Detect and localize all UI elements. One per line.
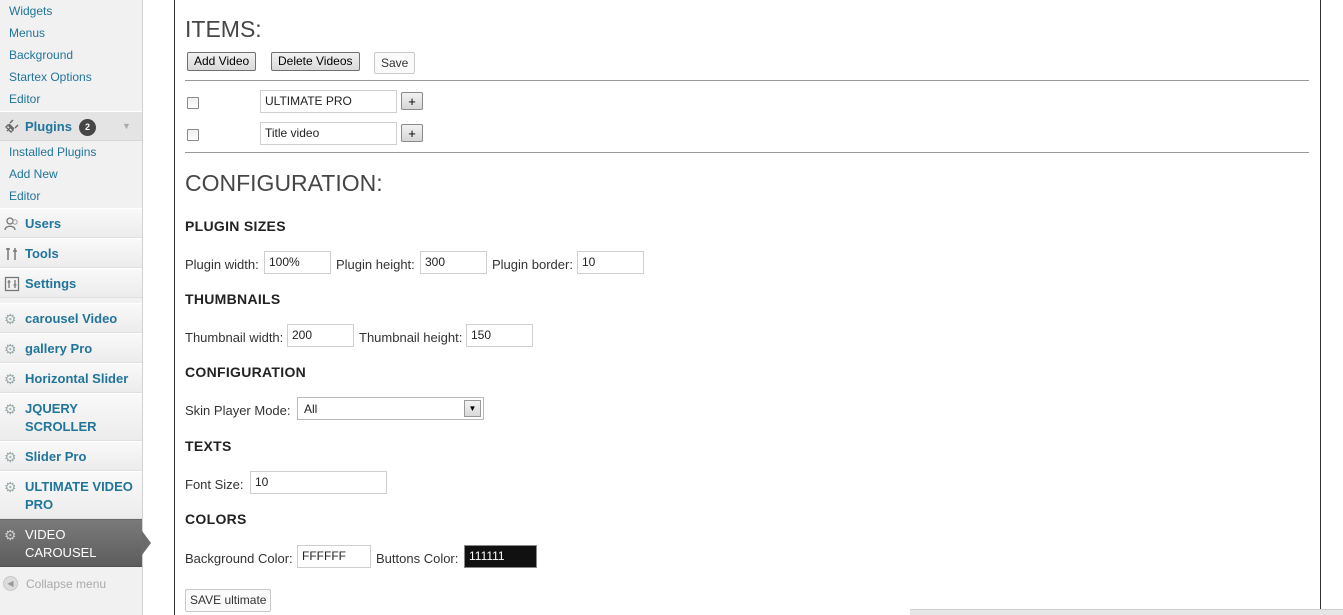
thumbnail-height-field[interactable]: 150 [466, 324, 533, 347]
menu-carousel-video[interactable]: ⚙ carousel Video [0, 303, 142, 333]
chevron-down-icon[interactable]: ▼ [464, 400, 481, 417]
items-divider-top [185, 80, 1309, 81]
plugin-height-label: Plugin height: [336, 257, 415, 272]
menu-users[interactable]: Users [0, 208, 142, 238]
menu-jquery-scroller[interactable]: ⚙ JQUERY SCROLLER [0, 393, 142, 441]
background-color-label: Background Color: [185, 551, 293, 566]
plugin-height-field[interactable]: 300 [420, 251, 487, 274]
submenu-menus[interactable]: Menus [9, 26, 45, 40]
item-title-field[interactable]: Title video [260, 122, 397, 145]
gear-icon: ⚙ [4, 479, 17, 495]
plugin-sizes-heading: PLUGIN SIZES [185, 218, 286, 234]
menu-settings[interactable]: Settings [0, 268, 142, 298]
menu-slider-pro[interactable]: ⚙ Slider Pro [0, 441, 142, 471]
configuration-subheading: CONFIGURATION [185, 364, 307, 380]
item-checkbox[interactable] [187, 97, 199, 109]
menu-tools[interactable]: Tools [0, 238, 142, 268]
gear-icon: ⚙ [4, 401, 17, 417]
menu-gallery-pro-label: gallery Pro [25, 341, 93, 356]
font-size-label: Font Size: [185, 477, 244, 492]
skin-player-mode-select[interactable]: All ▼ [297, 397, 484, 420]
item-title-field[interactable]: ULTIMATE PRO [260, 90, 397, 113]
buttons-color-field[interactable]: 111111 [464, 545, 537, 568]
texts-heading: TEXTS [185, 438, 232, 454]
font-size-field[interactable]: 10 [250, 471, 387, 494]
menu-plugins-label: Plugins [25, 119, 72, 134]
menu-plugins[interactable]: Plugins 2 ▼ [0, 111, 142, 141]
submenu-installed-plugins[interactable]: Installed Plugins [9, 145, 96, 159]
menu-jquery-scroller-label-line2: SCROLLER [25, 419, 97, 434]
settings-icon [4, 276, 20, 292]
collapse-menu-label[interactable]: Collapse menu [26, 577, 106, 591]
menu-horizontal-slider-label: Horizontal Slider [25, 371, 129, 386]
plugin-settings-panel: ITEMS: Add Video Delete Videos Save ULTI… [174, 0, 1321, 615]
gear-icon: ⚙ [4, 341, 17, 357]
plugin-border-field[interactable]: 10 [577, 251, 644, 274]
collapse-arrow-icon[interactable]: ◀ [3, 576, 18, 591]
menu-ultimate-video-pro-label-line2: PRO [25, 497, 54, 512]
buttons-color-label: Buttons Color: [376, 551, 459, 566]
plug-icon [5, 119, 19, 133]
menu-video-carousel[interactable]: ⚙ VIDEO CAROUSEL [0, 519, 151, 567]
thumbnail-height-label: Thumbnail height: [359, 330, 463, 345]
menu-settings-label: Settings [25, 276, 77, 291]
background-color-field[interactable]: FFFFFF [297, 545, 371, 568]
plugin-update-count-badge: 2 [79, 119, 96, 136]
menu-carousel-video-label: carousel Video [25, 311, 118, 326]
menu-slider-pro-label: Slider Pro [25, 449, 87, 464]
admin-sidebar: Widgets Menus Background Startex Options… [0, 0, 151, 615]
colors-heading: COLORS [185, 511, 247, 527]
submenu-plugin-editor[interactable]: Editor [9, 189, 40, 203]
configuration-heading: CONFIGURATION: [185, 170, 383, 196]
expand-item-button[interactable]: + [401, 92, 423, 110]
thumbnail-width-field[interactable]: 200 [287, 324, 354, 347]
gear-icon: ⚙ [4, 449, 17, 465]
menu-video-carousel-label-line1: VIDEO [25, 527, 66, 542]
menu-ultimate-video-pro[interactable]: ⚙ ULTIMATE VIDEO PRO [0, 471, 142, 519]
tools-icon [6, 248, 17, 260]
menu-jquery-scroller-label-line1: JQUERY [25, 401, 78, 416]
thumbnails-heading: THUMBNAILS [185, 291, 281, 307]
submenu-background[interactable]: Background [9, 48, 73, 62]
plugin-width-field[interactable]: 100% [264, 251, 331, 274]
submenu-widgets[interactable]: Widgets [9, 4, 52, 18]
submenu-theme-editor[interactable]: Editor [9, 92, 40, 106]
gear-icon: ⚙ [4, 527, 17, 543]
skin-player-mode-value: All [304, 402, 318, 416]
item-checkbox[interactable] [187, 129, 199, 141]
horizontal-scrollbar[interactable] [910, 609, 1343, 615]
expand-item-button[interactable]: + [401, 124, 423, 142]
menu-users-label: Users [25, 216, 62, 231]
menu-video-carousel-label-line2: CAROUSEL [25, 545, 97, 560]
delete-videos-button[interactable]: Delete Videos [271, 52, 360, 71]
add-video-button[interactable]: Add Video [187, 52, 257, 71]
menu-horizontal-slider[interactable]: ⚙ Horizontal Slider [0, 363, 142, 393]
gear-icon: ⚙ [4, 371, 17, 387]
submenu-add-new[interactable]: Add New [9, 167, 58, 181]
plugin-width-label: Plugin width: [185, 257, 259, 272]
skin-player-mode-label: Skin Player Mode: [185, 403, 291, 418]
gear-icon: ⚙ [4, 311, 17, 327]
plugin-border-label: Plugin border: [492, 257, 573, 272]
thumbnail-width-label: Thumbnail width: [185, 330, 284, 345]
users-icon [4, 217, 18, 231]
save-items-button[interactable]: Save [374, 52, 416, 74]
submenu-startex-options[interactable]: Startex Options [9, 70, 92, 84]
menu-tools-label: Tools [25, 246, 59, 261]
save-ultimate-button[interactable]: SAVE ultimate [185, 589, 272, 612]
menu-gallery-pro[interactable]: ⚙ gallery Pro [0, 333, 142, 363]
items-heading: ITEMS: [185, 16, 262, 42]
toggle-arrow-icon[interactable]: ▼ [122, 121, 131, 131]
menu-ultimate-video-pro-label-line1: ULTIMATE VIDEO [25, 479, 133, 494]
items-divider-bottom [185, 152, 1309, 153]
